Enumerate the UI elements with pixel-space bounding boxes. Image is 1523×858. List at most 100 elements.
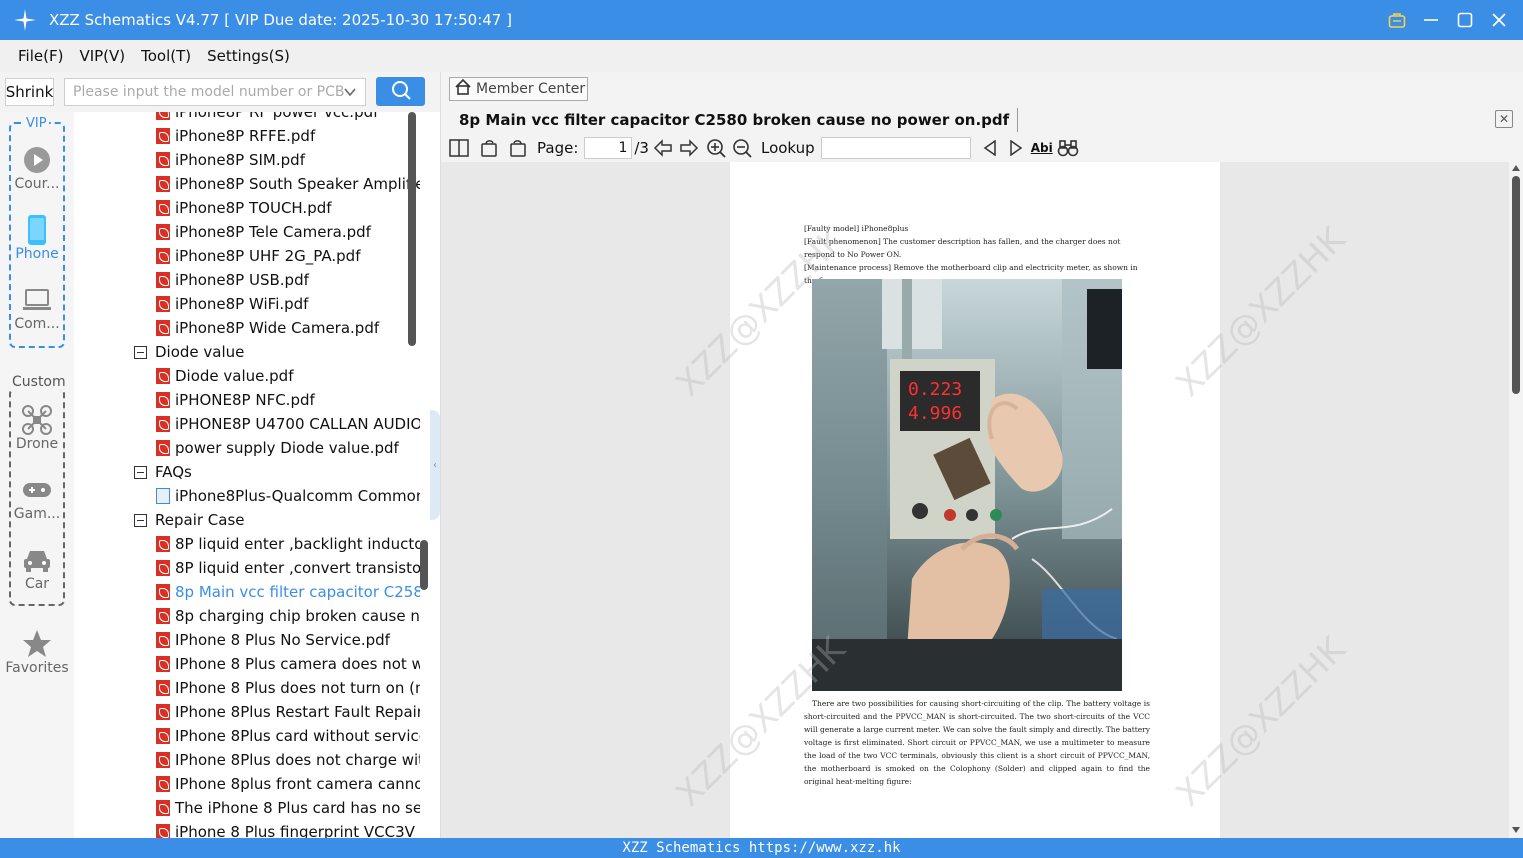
close-icon[interactable] [1489, 10, 1509, 30]
page-input[interactable]: 1 [584, 137, 633, 159]
tree-file[interactable]: IPhone 8Plus Restart Fault Repair C [156, 700, 420, 724]
play-icon [23, 144, 51, 176]
tree-file[interactable]: IPhone 8 Plus No Service.pdf [156, 628, 390, 652]
tree-file[interactable]: iPhone8P Wide Camera.pdf [156, 316, 379, 340]
lookup-input[interactable] [820, 137, 971, 159]
vip-bag-icon[interactable] [1387, 10, 1407, 30]
tree-file[interactable]: iPhone8P SIM.pdf [156, 148, 305, 172]
home-icon [454, 78, 472, 100]
document-icon [156, 488, 170, 504]
tree-file[interactable]: 8P liquid enter ,convert transistor b [156, 556, 420, 580]
tree-file[interactable]: IPhone 8Plus card without service, [156, 724, 420, 748]
category-drone[interactable]: Drone [0, 404, 74, 452]
pdf-icon [156, 224, 170, 240]
menu-settings[interactable]: Settings(S) [199, 47, 298, 65]
tree-file[interactable]: IPhone 8Plus does not charge with [156, 748, 420, 772]
tree-item-label: iPHONE8P NFC.pdf [175, 391, 315, 409]
search-button[interactable] [376, 77, 425, 106]
match-case-button[interactable]: Abi [1029, 136, 1055, 160]
tree-file[interactable]: iPhone8P RF power vcc.pdf [156, 112, 378, 124]
tree-file[interactable]: iPhone8Plus-Qualcomm Common [156, 484, 420, 508]
tree-file[interactable]: iPhone 8 Plus fingerprint VCC3V s [156, 820, 420, 838]
pdf-icon [156, 440, 170, 456]
find-prev-icon[interactable] [977, 136, 1003, 160]
zoom-out-icon[interactable] [729, 136, 755, 160]
tree-file[interactable]: iPhone8P South Speaker Amplifier [156, 172, 420, 196]
rotate-left-icon[interactable] [477, 136, 503, 160]
member-center-label: Member Center [476, 81, 586, 97]
collapse-minus-icon[interactable] [134, 465, 147, 479]
tree-file[interactable]: power supply Diode value.pdf [156, 436, 399, 460]
tree-item-label: iPhone8P Tele Camera.pdf [175, 223, 371, 241]
pdf-viewport[interactable]: [Faulty model] iPhone8plus [Fault phenom… [441, 162, 1509, 838]
tree-file[interactable]: iPhone8P TOUCH.pdf [156, 196, 332, 220]
car-icon [22, 544, 52, 576]
pdf-icon [156, 728, 170, 744]
menu-tool[interactable]: Tool(T) [133, 47, 199, 65]
tree-file[interactable]: 8p Main vcc filter capacitor C2580 [156, 580, 420, 604]
search-input[interactable]: Please input the model number or PCB [64, 78, 366, 106]
shrink-button[interactable]: Shrink [5, 78, 54, 106]
split-view-icon[interactable] [441, 136, 477, 160]
category-games[interactable]: Gam... [0, 474, 74, 522]
tree-file[interactable]: IPhone 8 Plus camera does not wo [156, 652, 420, 676]
tree-item-label: 8p Main vcc filter capacitor C2580 [175, 583, 420, 601]
viewer-scrollbar[interactable] [1509, 162, 1523, 838]
pdf-icon [156, 112, 170, 120]
tree-file[interactable]: iPHONE8P NFC.pdf [156, 388, 315, 412]
maximize-icon[interactable] [1455, 10, 1475, 30]
next-page-icon[interactable] [675, 136, 703, 160]
category-computer[interactable]: Com... [0, 284, 74, 332]
tree-file[interactable]: iPhone8P UHF 2G_PA.pdf [156, 244, 361, 268]
tree-folder[interactable]: Repair Case [134, 508, 245, 532]
tree-file[interactable]: IPhone 8 Plus does not turn on (m [156, 676, 420, 700]
tree-item-label: 8P liquid enter ,backlight inductor [175, 535, 420, 553]
tree-file[interactable]: 8p charging chip broken cause no [156, 604, 420, 628]
collapse-minus-icon[interactable] [134, 513, 147, 527]
minimize-icon[interactable] [1421, 10, 1441, 30]
collapse-minus-icon[interactable] [134, 345, 147, 359]
close-all-tabs-icon[interactable]: ✕ [1495, 110, 1513, 128]
viewer-panel: Member Center 8p Main vcc filter capacit… [441, 72, 1523, 838]
prev-page-icon[interactable] [651, 136, 675, 160]
tree-file[interactable]: iPHONE8P U4700 CALLAN AUDIO C [156, 412, 420, 436]
tree-scrollbar-secondary[interactable] [420, 540, 428, 590]
category-phone[interactable]: Phone [0, 214, 74, 262]
tree-file[interactable]: iPhone8P USB.pdf [156, 268, 309, 292]
status-bar: XZZ Schematics https://www.xzz.hk [0, 838, 1523, 858]
tree-file[interactable]: iPhone8P Tele Camera.pdf [156, 220, 371, 244]
pdf-icon [156, 776, 170, 792]
category-courses[interactable]: Cour... [0, 144, 74, 192]
category-label: Favorites [5, 660, 69, 676]
binoculars-icon[interactable] [1055, 136, 1081, 160]
tree-folder[interactable]: FAQs [134, 460, 192, 484]
tree-item-label: iPhone8P RF power vcc.pdf [175, 112, 379, 121]
category-car[interactable]: Car [0, 544, 74, 592]
viewer-scrollbar-thumb[interactable] [1512, 176, 1520, 394]
rotate-right-icon[interactable] [503, 136, 531, 160]
tree-file[interactable]: IPhone 8plus front camera cannot [156, 772, 420, 796]
document-tab[interactable]: 8p Main vcc filter capacitor C2580 broke… [451, 108, 1019, 132]
tree-item-label: iPhone8P USB.pdf [175, 271, 309, 289]
pdf-icon [156, 416, 170, 432]
tree-file[interactable]: The iPhone 8 Plus card has no serv [156, 796, 420, 820]
tree-file[interactable]: 8P liquid enter ,backlight inductor [156, 532, 420, 556]
tree-file[interactable]: iPhone8P RFFE.pdf [156, 124, 315, 148]
category-favorites[interactable]: Favorites [0, 628, 74, 676]
member-center-button[interactable]: Member Center [449, 77, 588, 101]
tree-item-label: FAQs [155, 463, 192, 481]
tree-file[interactable]: Diode value.pdf [156, 364, 293, 388]
collapse-panel-handle[interactable]: ‹ [430, 410, 440, 520]
menu-file[interactable]: File(F) [10, 47, 71, 65]
tree-file[interactable]: iPhone8P WiFi.pdf [156, 292, 308, 316]
zoom-in-icon[interactable] [703, 136, 729, 160]
phone-icon [27, 214, 47, 246]
find-next-icon[interactable] [1003, 136, 1029, 160]
tree-folder[interactable]: Diode value [134, 340, 244, 364]
tree-scrollbar[interactable] [408, 112, 416, 346]
menu-vip[interactable]: VIP(V) [71, 47, 133, 65]
pdf-icon [156, 248, 170, 264]
chevron-down-icon[interactable] [343, 85, 357, 103]
pdf-icon [156, 296, 170, 312]
pdf-page: [Faulty model] iPhone8plus [Fault phenom… [668, 162, 1353, 838]
